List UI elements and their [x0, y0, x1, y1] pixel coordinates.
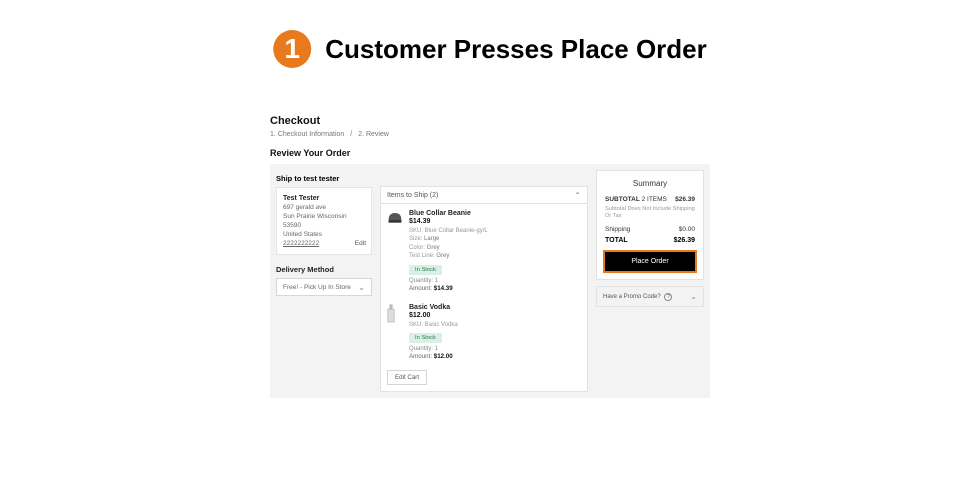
shipping-value: $0.00	[679, 226, 695, 233]
breadcrumb-step2: 2. Review	[358, 131, 389, 138]
summary-title: Summary	[605, 179, 695, 188]
item-price: $12.00	[409, 312, 581, 319]
item-color: Color: Grey	[409, 244, 581, 252]
item-size: Size: Large	[409, 235, 581, 243]
item-quantity: Quantity: 1	[409, 278, 581, 284]
ship-to-label: Ship to test tester	[276, 170, 372, 187]
beanie-icon	[387, 210, 403, 224]
item-row: Basic Vodka$12.00 SKU: Basic Vodka In Stoc…	[381, 298, 587, 366]
item-amount: Amount: $12.00	[409, 353, 581, 360]
address-line2: Sun Prairie Wisconsin 53590	[283, 213, 365, 231]
delivery-method-value: Free! - Pick Up In Store	[283, 284, 351, 291]
chevron-down-icon: ⌄	[690, 292, 697, 301]
total-value: $26.39	[674, 237, 695, 244]
item-row: Blue Collar Beanie$14.39 SKU: Blue Collar…	[381, 204, 587, 298]
stock-badge: In Stock	[409, 333, 442, 343]
items-column: Items to Ship (2) ⌃ Blue Collar Beanie$1…	[380, 170, 588, 392]
shipping-label: Shipping	[605, 226, 630, 233]
step-number-badge: 1	[273, 30, 311, 68]
delivery-method-select[interactable]: Free! - Pick Up In Store ⌄	[276, 278, 372, 296]
review-panel: Ship to test tester Test Tester 697 gera…	[270, 164, 710, 398]
address-line1: 697 gerald ave	[283, 204, 365, 213]
shipping-row: Shipping $0.00	[605, 226, 695, 233]
review-heading: Review Your Order	[270, 148, 710, 158]
step-header: 1 Customer Presses Place Order	[273, 30, 707, 68]
item-thumbnail	[387, 210, 403, 226]
item-sku: SKU: Basic Vodka	[409, 321, 581, 329]
address-card: Test Tester 697 gerald ave Sun Prairie W…	[276, 187, 372, 255]
subtotal-row: SUBTOTAL 2 ITEMS $26.39	[605, 196, 695, 203]
address-phone: 2222222222	[283, 240, 365, 249]
breadcrumb: 1. Checkout Information / 2. Review	[270, 131, 710, 138]
subtotal-items: 2 ITEMS	[642, 196, 667, 203]
item-thumbnail	[387, 304, 403, 320]
summary-column: Summary SUBTOTAL 2 ITEMS $26.39 Subtotal…	[596, 170, 704, 392]
edit-address-link[interactable]: Edit	[355, 240, 366, 249]
promo-code-toggle[interactable]: Have a Promo Code? ? ⌄	[596, 286, 704, 307]
items-list: Blue Collar Beanie$14.39 SKU: Blue Collar…	[380, 204, 588, 392]
subtotal-value: $26.39	[675, 196, 695, 203]
help-icon[interactable]: ?	[664, 293, 672, 301]
items-header-label: Items to Ship (2)	[387, 192, 438, 199]
delivery-method-label: Delivery Method	[276, 265, 372, 274]
page-title: Checkout	[270, 115, 710, 127]
subtotal-note: Subtotal Does Not Include Shipping Or Ta…	[605, 206, 695, 220]
chevron-down-icon: ⌄	[358, 283, 365, 292]
breadcrumb-step1[interactable]: 1. Checkout Information	[270, 131, 344, 138]
item-line: Test Line: Grey	[409, 252, 581, 260]
step-title: Customer Presses Place Order	[325, 34, 707, 65]
breadcrumb-separator: /	[350, 131, 352, 138]
address-country: United States	[283, 231, 365, 240]
delivery-method-section: Delivery Method Free! - Pick Up In Store…	[276, 265, 372, 296]
item-title[interactable]: Basic Vodka	[409, 304, 581, 311]
summary-panel: Summary SUBTOTAL 2 ITEMS $26.39 Subtotal…	[596, 170, 704, 280]
address-name: Test Tester	[283, 194, 365, 203]
stock-badge: In Stock	[409, 265, 442, 275]
bottle-icon	[387, 304, 395, 324]
left-column: Ship to test tester Test Tester 697 gera…	[276, 170, 372, 392]
checkout-panel: Checkout 1. Checkout Information / 2. Re…	[270, 115, 710, 398]
item-amount: Amount: $14.39	[409, 285, 581, 292]
item-quantity: Quantity: 1	[409, 346, 581, 352]
total-row: TOTAL $26.39	[605, 237, 695, 244]
edit-cart-button[interactable]: Edit Cart	[387, 370, 427, 385]
item-sku: SKU: Blue Collar Beanie-gy/L	[409, 227, 581, 235]
total-label: TOTAL	[605, 237, 628, 244]
chevron-up-icon: ⌃	[574, 191, 581, 200]
subtotal-label: SUBTOTAL	[605, 196, 640, 203]
promo-label: Have a Promo Code?	[603, 294, 661, 300]
item-title[interactable]: Blue Collar Beanie	[409, 210, 581, 217]
items-header[interactable]: Items to Ship (2) ⌃	[380, 186, 588, 204]
place-order-button[interactable]: Place Order	[605, 252, 695, 271]
item-price: $14.39	[409, 218, 581, 225]
